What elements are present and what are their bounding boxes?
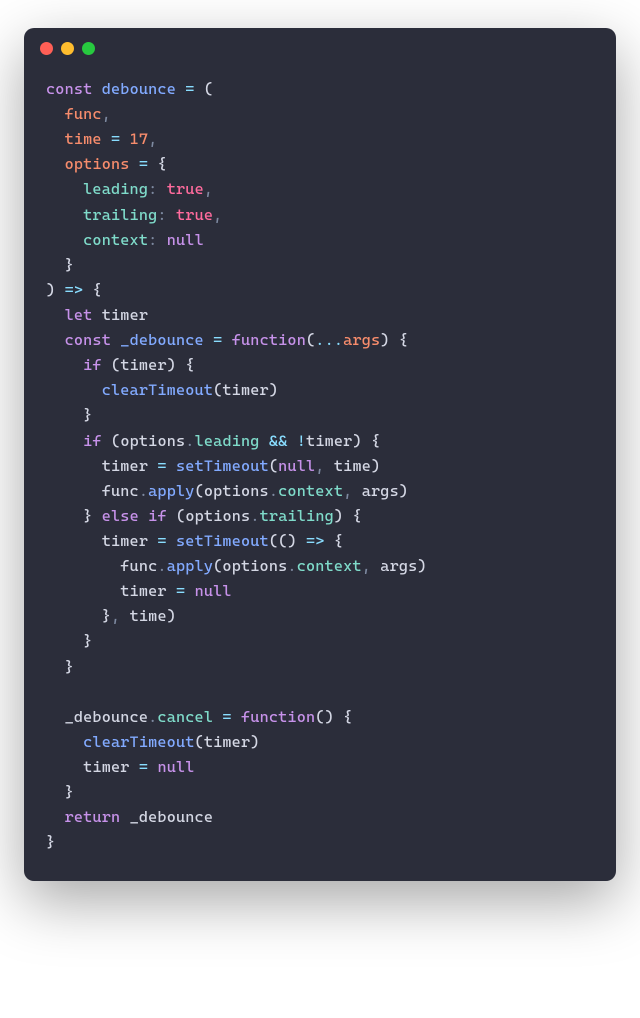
maximize-icon[interactable] [82, 42, 95, 55]
window-titlebar [24, 28, 616, 61]
code-window: const debounce = ( func, time = 17, opti… [24, 28, 616, 881]
minimize-icon[interactable] [61, 42, 74, 55]
close-icon[interactable] [40, 42, 53, 55]
code-block: const debounce = ( func, time = 17, opti… [24, 61, 616, 881]
